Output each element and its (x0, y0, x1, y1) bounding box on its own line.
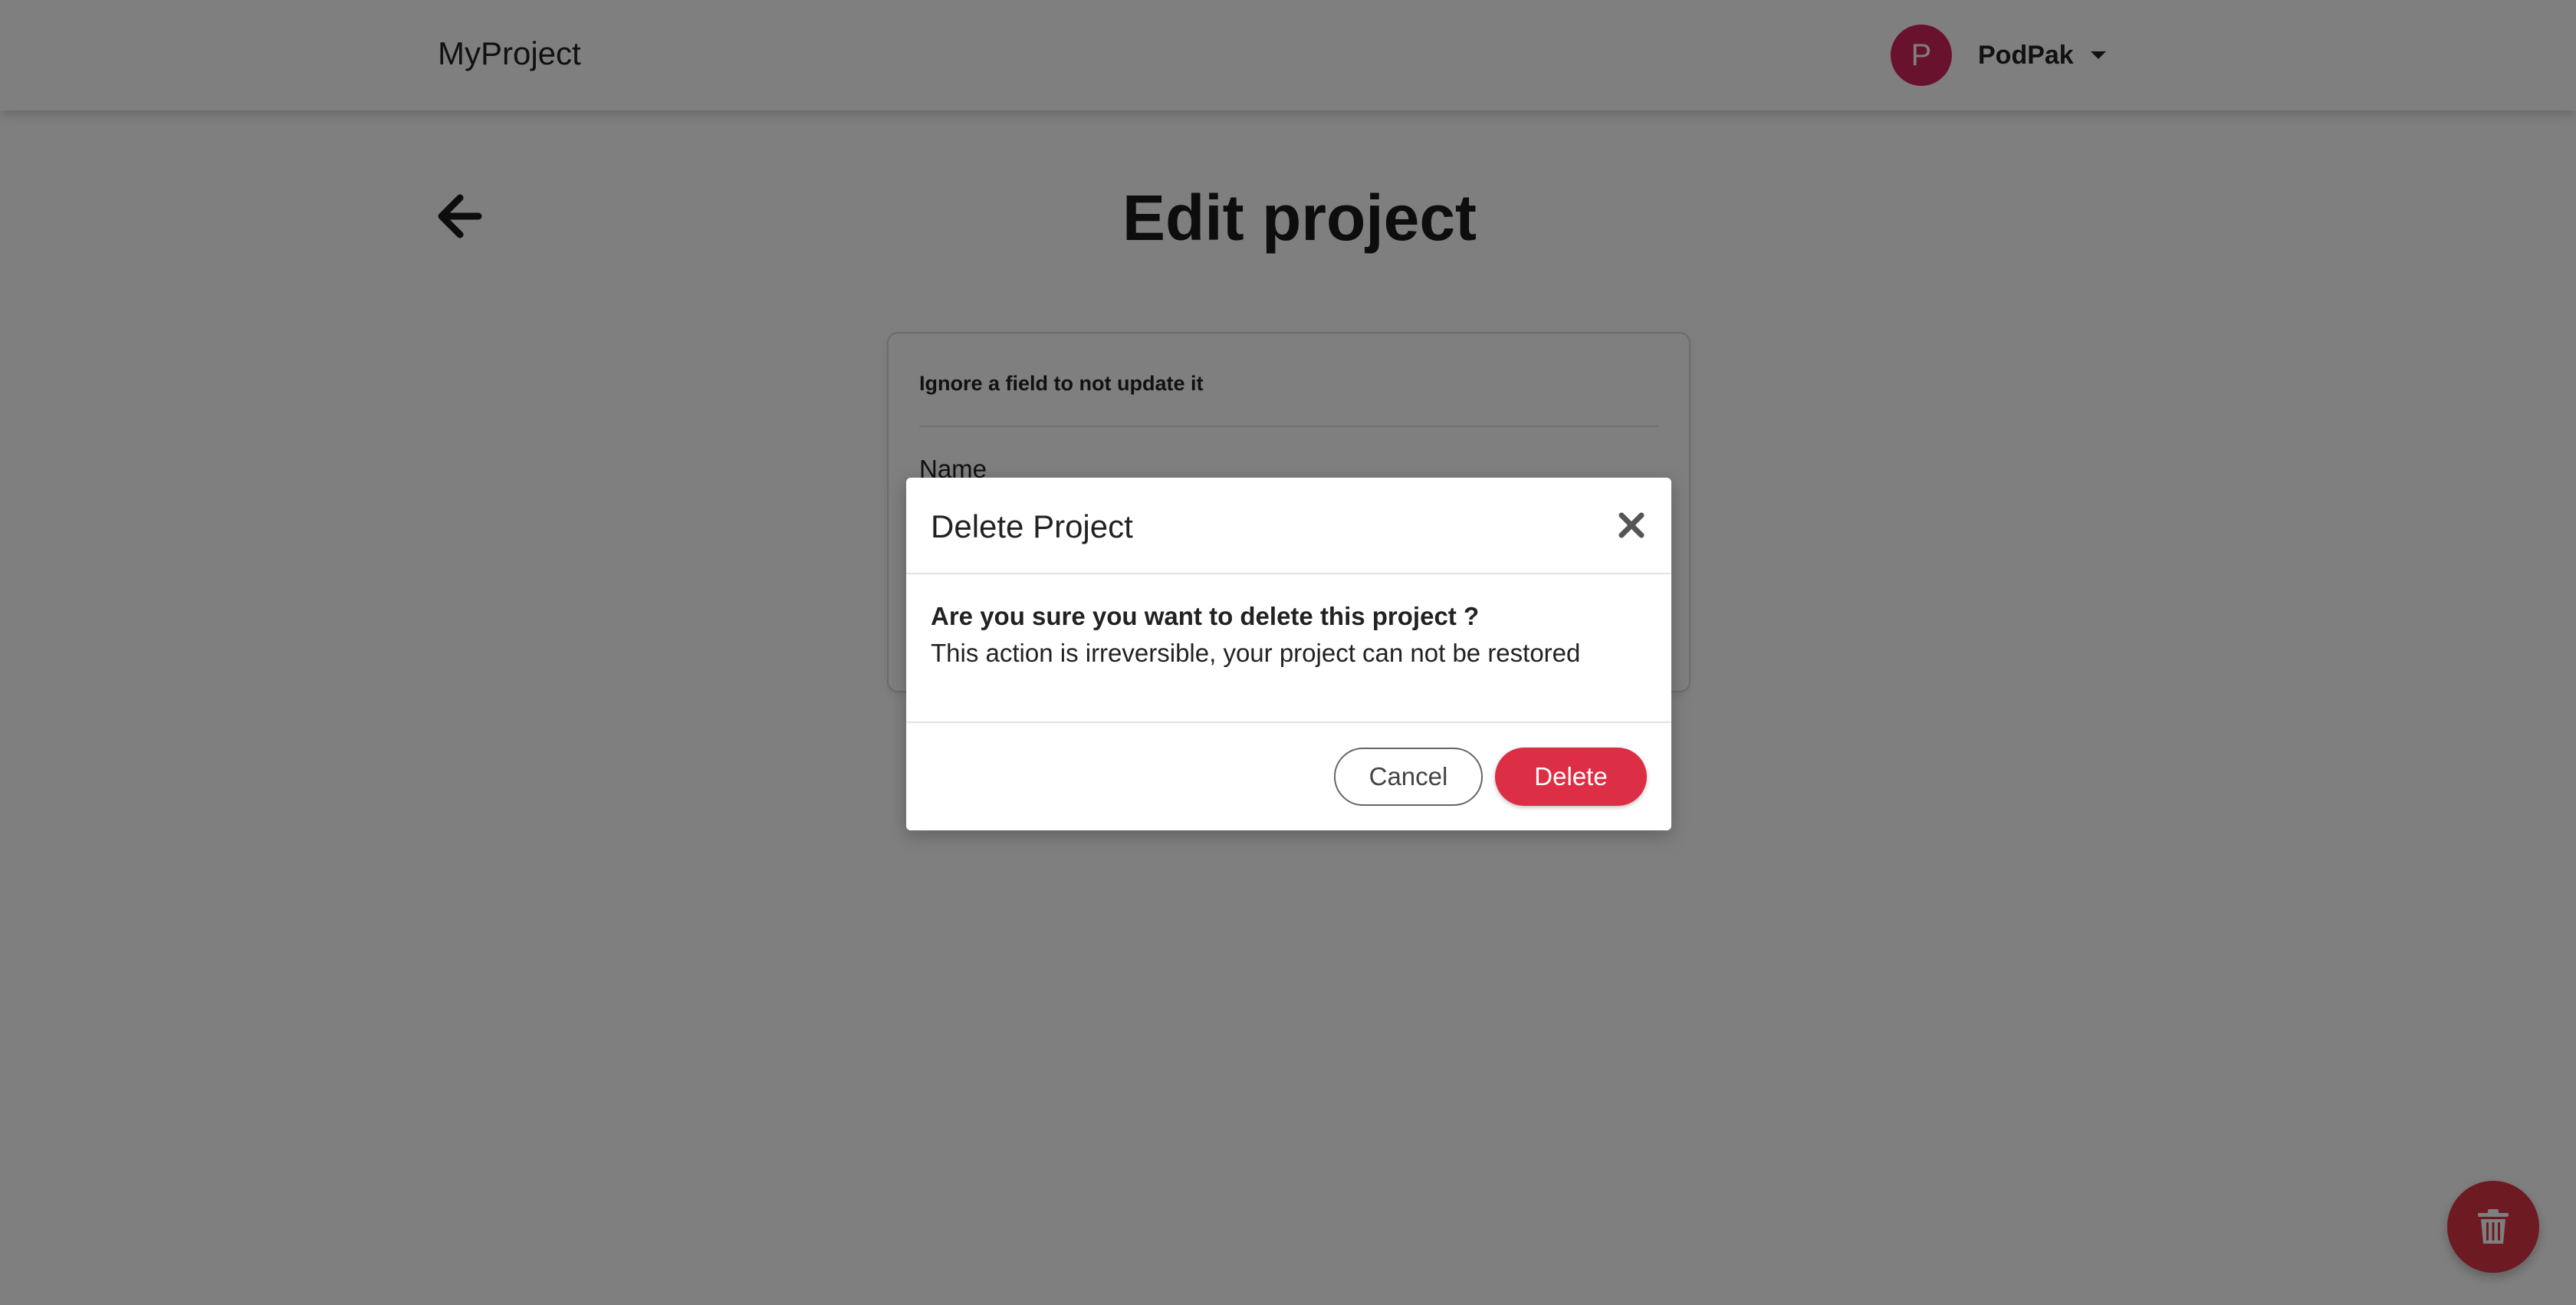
delete-question: Are you sure you want to delete this pro… (931, 602, 1480, 630)
delete-warning: This action is irreversible, your projec… (931, 639, 1581, 667)
delete-button[interactable]: Delete (1495, 748, 1647, 806)
delete-project-modal: Delete Project Are you sure you want to … (906, 478, 1671, 830)
close-icon (1618, 512, 1644, 538)
modal-footer-divider (906, 722, 1671, 723)
cancel-button[interactable]: Cancel (1334, 748, 1483, 806)
page: MyProject P PodPak Edit project Ignore a… (0, 0, 2576, 1305)
close-button[interactable] (1613, 507, 1650, 544)
modal-title: Delete Project (931, 508, 1133, 544)
